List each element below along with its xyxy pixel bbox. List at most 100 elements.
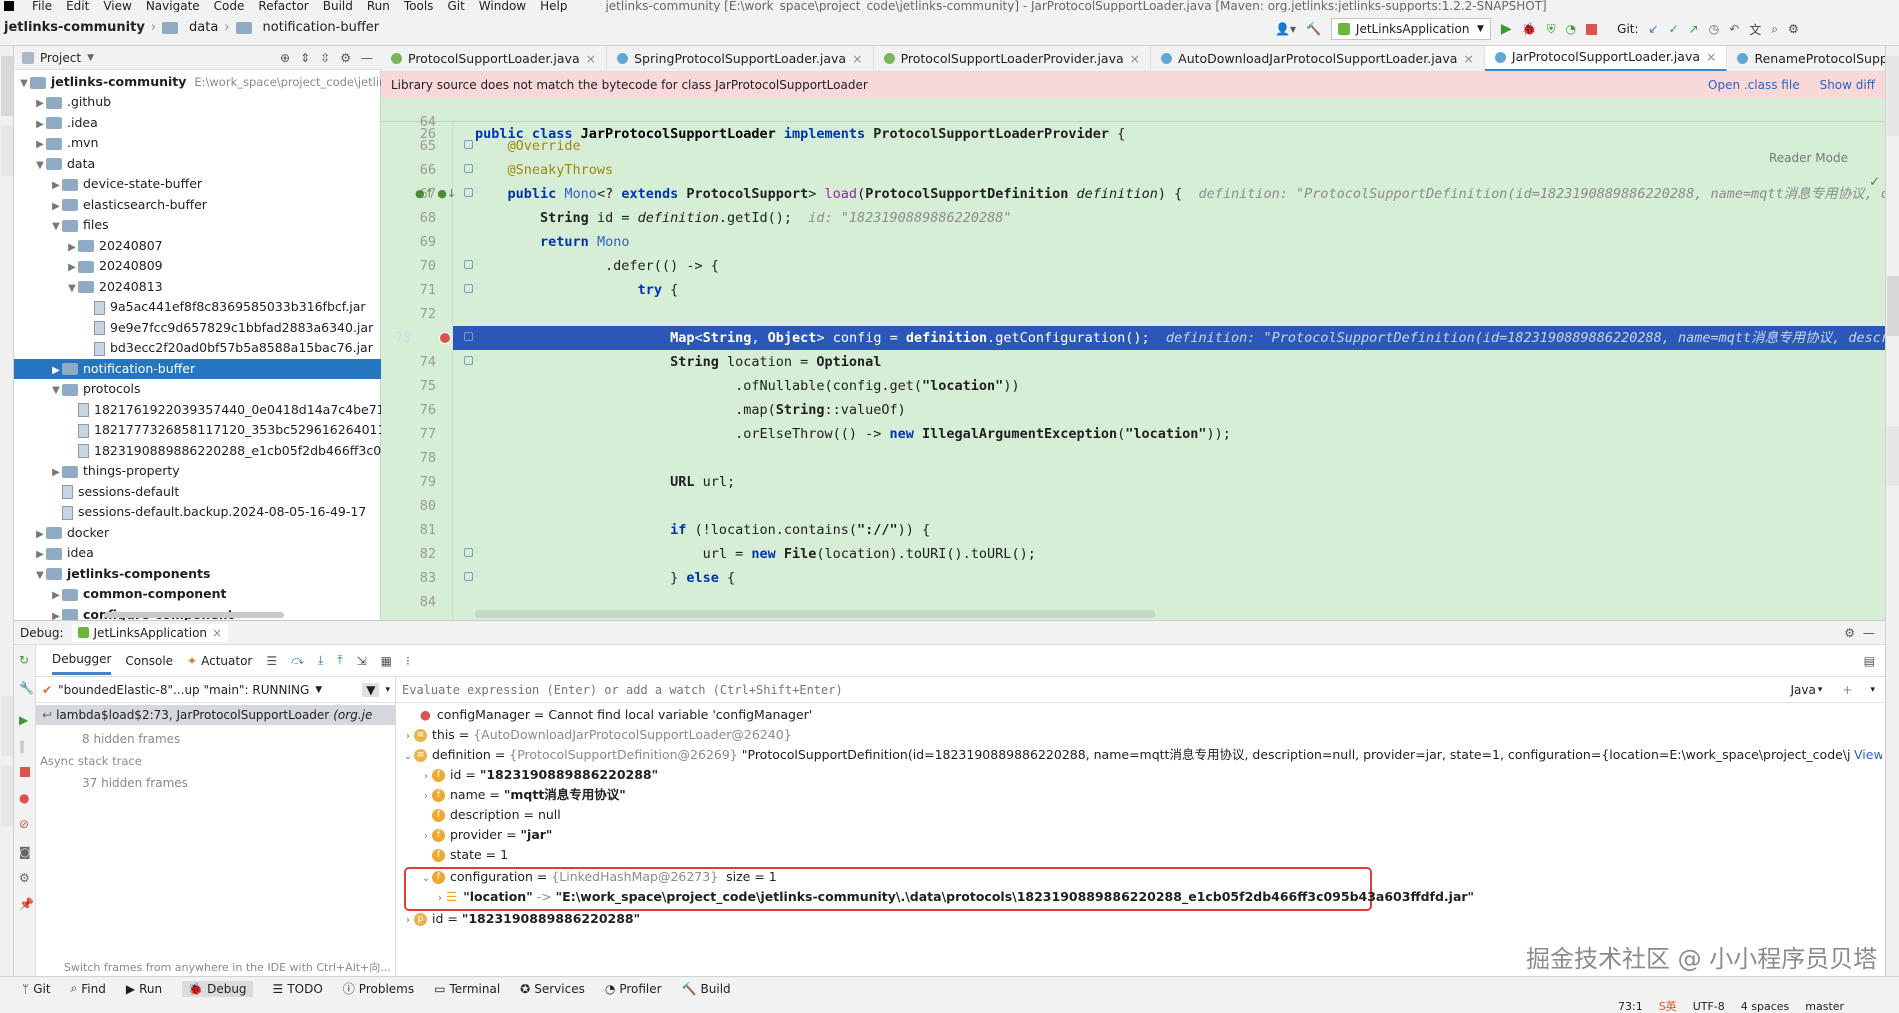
stop-icon[interactable]	[20, 767, 30, 777]
implements-gutter-icon[interactable]: ●↑ ●↓	[415, 182, 456, 206]
rerun-icon[interactable]: ↻	[19, 653, 29, 667]
tree-item[interactable]: ▼ jetlinks-components	[14, 564, 381, 584]
tab-actuator[interactable]: Actuator	[201, 654, 252, 668]
filter-icon[interactable]: ▼	[362, 682, 380, 697]
var-id-local[interactable]: › p id = "1823190889886220288"	[402, 909, 640, 929]
menu-window[interactable]: Window	[479, 0, 526, 12]
tree-item[interactable]: ▼ protocols	[14, 379, 381, 399]
tool-run[interactable]: ▶ Run	[126, 982, 162, 996]
bookmarks-tool-tab[interactable]	[1, 696, 13, 756]
tree-item[interactable]: ▶ elasticsearch-buffer	[14, 195, 381, 215]
step-into-icon[interactable]: ⤓	[318, 653, 323, 668]
code-line[interactable]: 80	[381, 494, 1885, 518]
search-icon[interactable]: ⌕	[1771, 22, 1778, 37]
fold-icon[interactable]	[464, 356, 473, 365]
menu-icon[interactable]: ☰	[266, 654, 277, 668]
tree-item[interactable]: ▶ docker	[14, 523, 381, 543]
tool-debug[interactable]: 🐞 Debug	[182, 980, 253, 997]
settings-icon[interactable]: ⚙	[19, 871, 30, 885]
tool-terminal[interactable]: ▭ Terminal	[434, 982, 500, 996]
var-description[interactable]: f description = null	[432, 805, 561, 825]
code-line[interactable]: 79 URL url;	[381, 470, 1885, 494]
thread-selector[interactable]: ✔ "boundedElastic-8"...up "main": RUNNIN…	[36, 677, 396, 703]
chevron-down-icon[interactable]: ▼	[50, 217, 62, 235]
code-line[interactable]: 82 url = new File(location).toURI().toUR…	[381, 542, 1885, 566]
tree-item[interactable]: ▶ device-state-buffer	[14, 174, 381, 194]
chevron-right-icon[interactable]: ▶	[66, 258, 78, 276]
close-icon[interactable]: ×	[1706, 46, 1716, 70]
close-icon[interactable]: ×	[1463, 46, 1473, 71]
structure-tool-tab[interactable]	[1, 766, 13, 826]
fold-icon[interactable]	[464, 332, 473, 341]
history-icon[interactable]: ◷	[1709, 22, 1719, 36]
view-breakpoints-icon[interactable]: ●	[19, 791, 29, 805]
encoding[interactable]: UTF-8	[1693, 1000, 1725, 1013]
code-line[interactable]: 81 if (!location.contains("://")) {	[381, 518, 1885, 542]
var-state[interactable]: f state = 1	[432, 845, 508, 865]
stop-icon[interactable]	[1586, 23, 1598, 35]
tree-item[interactable]: 1821761922039357440_0e0418d14a7c4be71e9	[14, 400, 381, 420]
language-select[interactable]: Java	[1791, 683, 1816, 697]
indent[interactable]: 4 spaces	[1741, 1000, 1790, 1013]
chevron-right-icon[interactable]: ▶	[50, 176, 62, 194]
code-area[interactable]: 26 public class JarProtocolSupportLoader …	[381, 98, 1885, 620]
chevron-right-icon[interactable]: ▶	[34, 525, 46, 543]
step-out-icon[interactable]: ⤒	[337, 653, 342, 668]
tree-item[interactable]: ▶ .idea	[14, 113, 381, 133]
commit-tool-tab[interactable]	[1, 126, 13, 176]
tree-item[interactable]: ▼ files	[14, 215, 381, 235]
var-this[interactable]: › ≡ this = {AutoDownloadJarProtocolSupport…	[402, 725, 792, 745]
breakpoint-icon[interactable]	[439, 332, 451, 344]
tab-debugger[interactable]: Debugger	[52, 646, 112, 675]
code-line[interactable]: 78	[381, 446, 1885, 470]
menu-refactor[interactable]: Refactor	[258, 0, 308, 12]
run-icon[interactable]: ▶	[1501, 21, 1512, 37]
fold-icon[interactable]	[464, 284, 473, 293]
close-icon[interactable]: ×	[852, 46, 862, 71]
git-commit-icon[interactable]: ✓	[1669, 22, 1679, 36]
fold-icon[interactable]	[464, 260, 473, 269]
fold-icon[interactable]	[464, 140, 473, 149]
chevron-right-icon[interactable]: ▶	[34, 135, 46, 153]
run-to-cursor-icon[interactable]: ⇲	[357, 654, 367, 668]
var-id[interactable]: › f id = "1823190889886220288"	[420, 765, 658, 785]
pause-icon[interactable]: ‖	[19, 739, 25, 753]
view-link[interactable]: View	[1850, 745, 1882, 765]
evaluate-icon[interactable]: ▦	[381, 654, 392, 668]
git-branch[interactable]: master	[1805, 1000, 1844, 1013]
chevron-right-icon[interactable]: ▶	[50, 586, 62, 604]
profile-icon[interactable]: ◔	[1566, 22, 1576, 36]
tab-protocol-support-loader[interactable]: ProtocolSupportLoader.java ×	[381, 46, 608, 71]
tree-item[interactable]: ▶ notification-buffer	[14, 358, 381, 379]
mute-breakpoints-icon[interactable]: ⊘	[19, 817, 29, 831]
chevron-right-icon[interactable]: ▶	[34, 94, 46, 112]
hscroll-hint[interactable]	[475, 610, 1155, 618]
debug-icon[interactable]: 🐞	[1522, 22, 1537, 36]
hide-icon[interactable]: —	[1863, 626, 1875, 640]
chevron-down-icon[interactable]: ⌄	[402, 747, 414, 765]
var-configuration[interactable]: ⌄ f configuration = {LinkedHashMap@26273} …	[420, 867, 777, 887]
code-line[interactable]: 76 .map(String::valueOf)	[381, 398, 1885, 422]
tree-item[interactable]: ▶ things-property	[14, 461, 381, 481]
gear-icon[interactable]: ⚙	[1844, 626, 1855, 640]
menu-run[interactable]: Run	[367, 0, 390, 12]
var-config-manager[interactable]: ● configManager = Cannot find local varia…	[420, 705, 812, 725]
code-line[interactable]: 72	[381, 302, 1885, 326]
fold-icon[interactable]	[464, 548, 473, 557]
tool-git[interactable]: ᛘ Git	[22, 982, 51, 996]
code-line[interactable]: 83 } else {	[381, 566, 1885, 590]
hide-icon[interactable]: —	[361, 51, 373, 65]
code-line[interactable]: 70 .defer(() -> {	[381, 254, 1885, 278]
tree-item[interactable]: ▼ data	[14, 154, 381, 174]
rollback-icon[interactable]: ↶	[1729, 22, 1739, 36]
chevron-right-icon[interactable]: ▶	[50, 197, 62, 215]
tab-jar-protocol-support-loader[interactable]: JarProtocolSupportLoader.java ×	[1484, 46, 1728, 71]
tab-rename-protocol-support[interactable]: RenameProtocolSupport.jav	[1727, 46, 1885, 71]
pin-icon[interactable]: 📌	[19, 897, 34, 911]
menu-navigate[interactable]: Navigate	[146, 0, 200, 12]
menu-view[interactable]: View	[103, 0, 131, 12]
close-icon[interactable]: ×	[212, 626, 222, 640]
tree-item[interactable]: sessions-default.backup.2024-08-05-16-49…	[14, 502, 381, 522]
fold-icon[interactable]	[464, 164, 473, 173]
tree-item[interactable]: sessions-default	[14, 482, 381, 502]
